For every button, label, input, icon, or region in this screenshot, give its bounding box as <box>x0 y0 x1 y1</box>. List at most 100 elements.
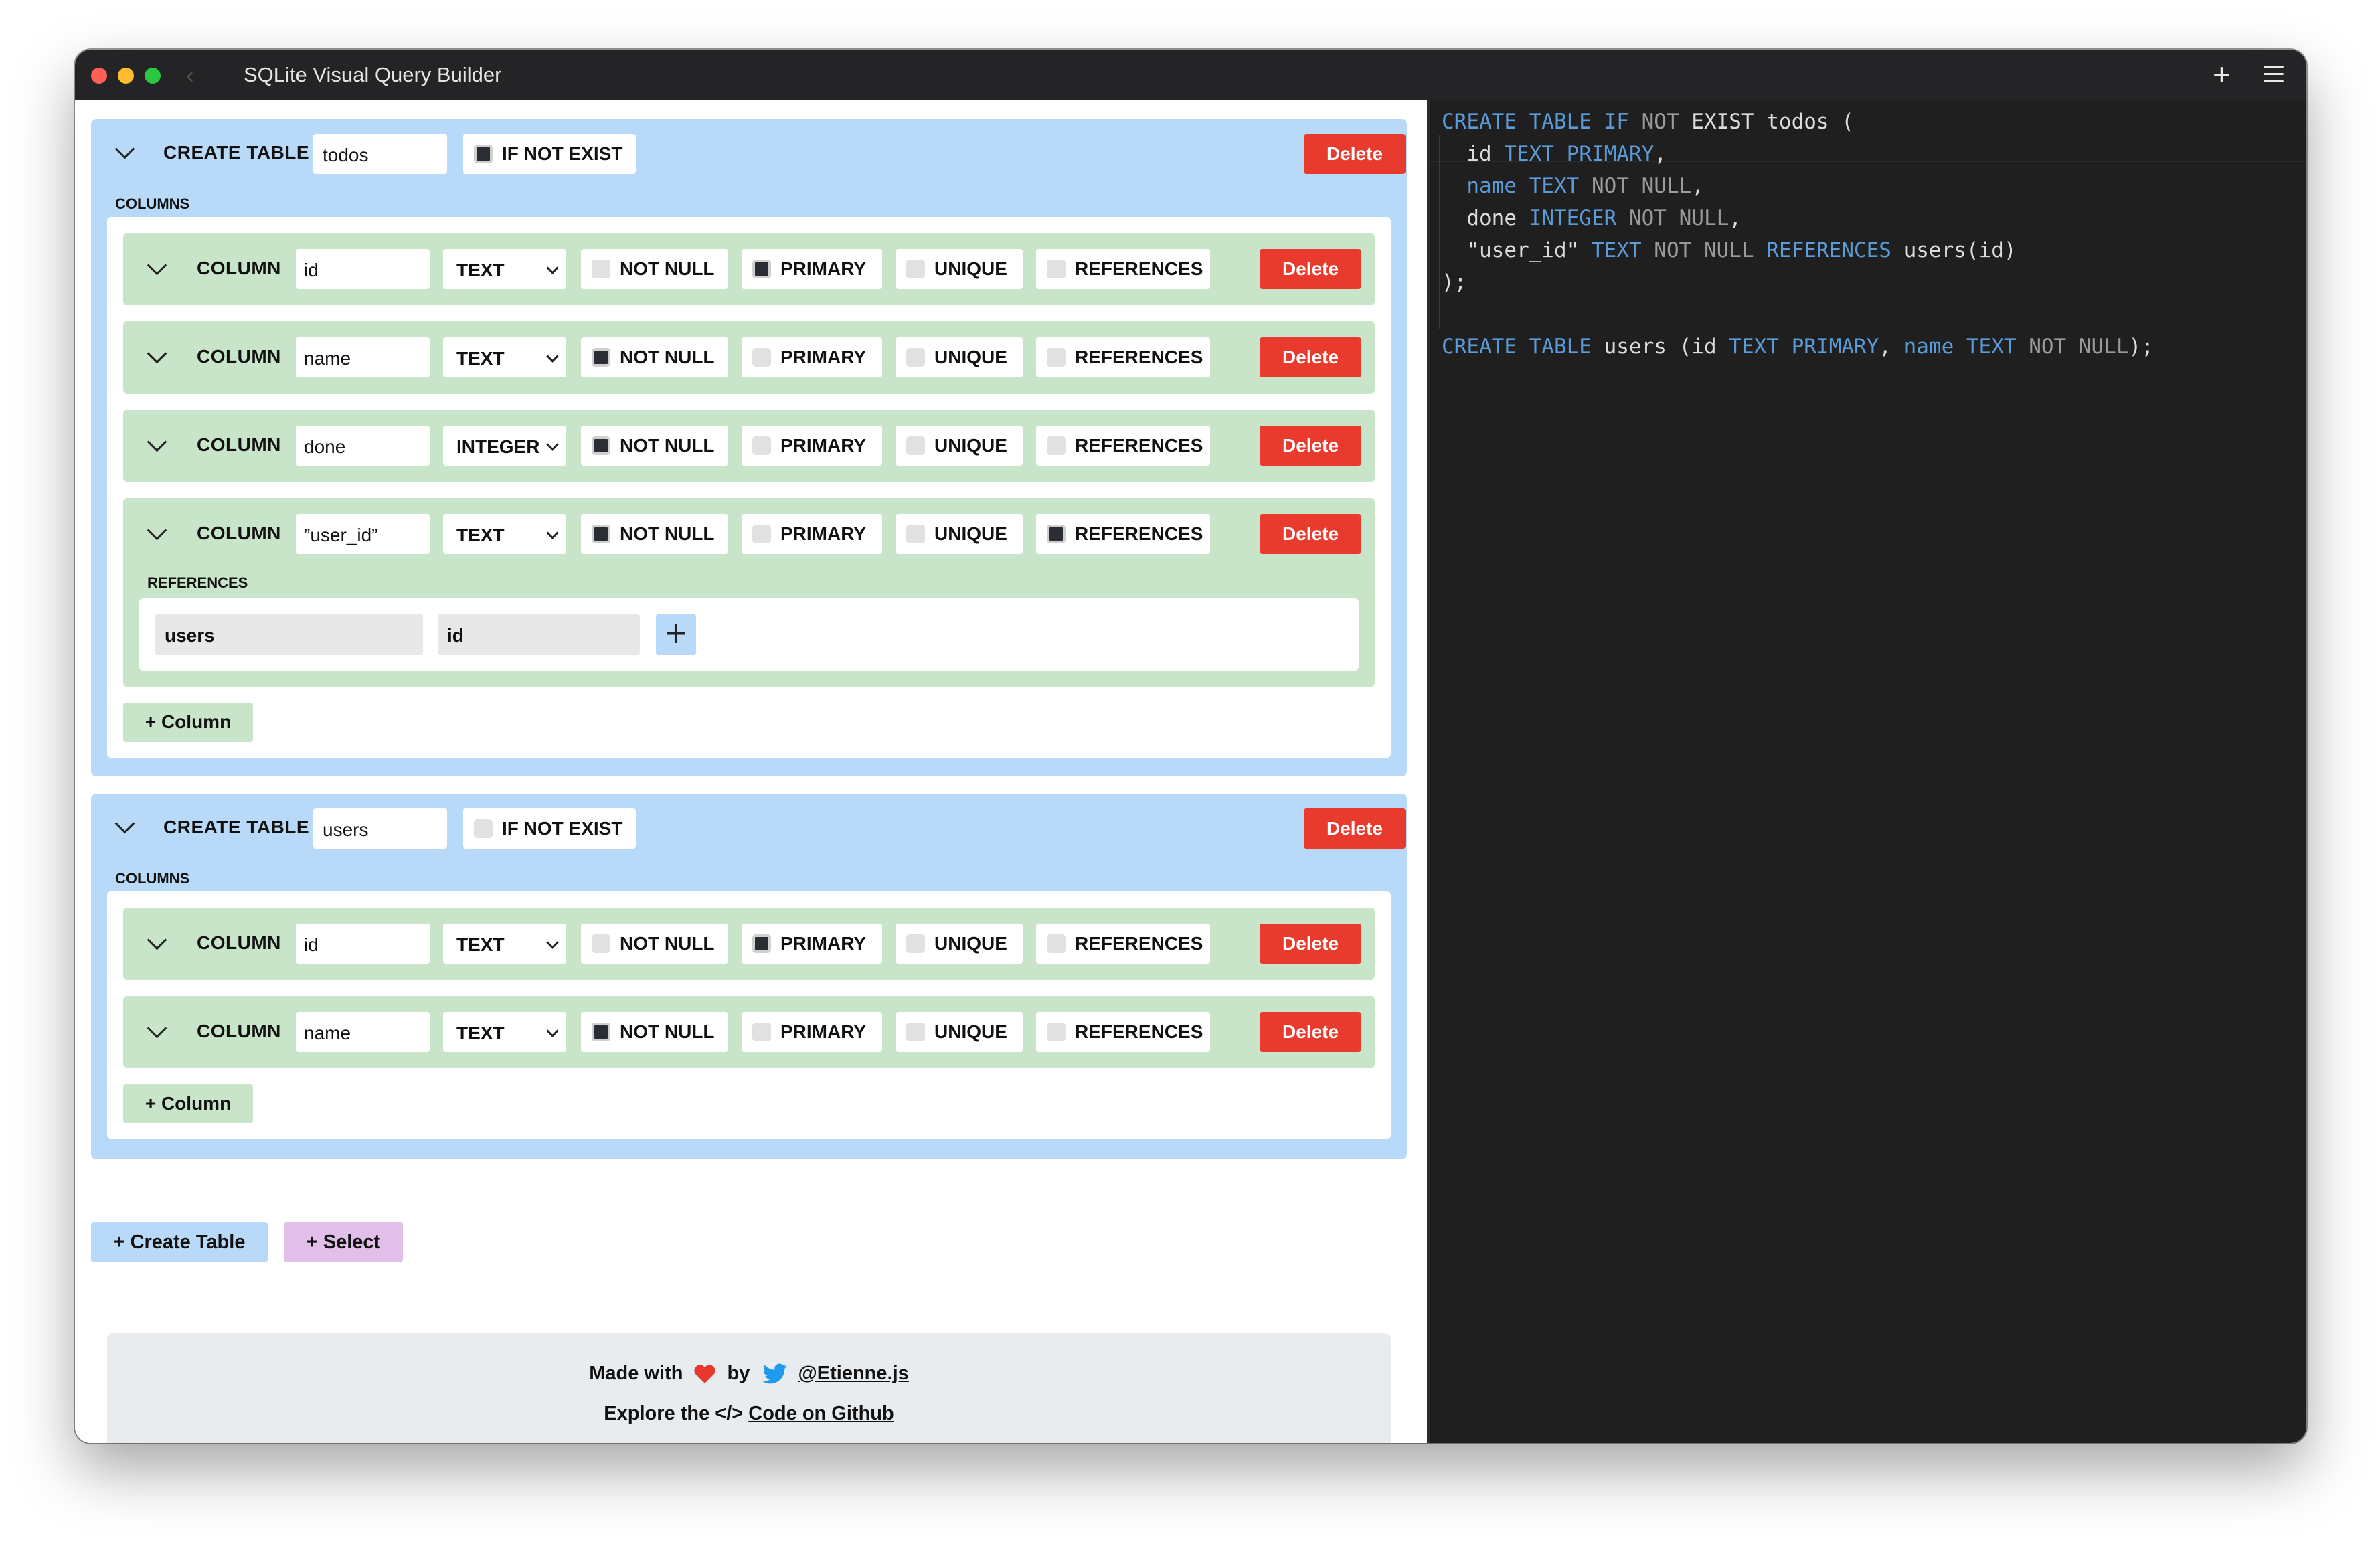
ref-column-input[interactable]: id <box>438 614 640 655</box>
plus-icon[interactable]: + <box>2213 59 2231 90</box>
not-null-toggle[interactable]: NOT NULL <box>581 1012 728 1052</box>
not-null-toggle[interactable]: NOT NULL <box>581 924 728 964</box>
collapse-chevron-icon[interactable] <box>146 1021 166 1041</box>
checkbox[interactable] <box>1047 436 1066 455</box>
checkbox[interactable] <box>1047 1023 1066 1041</box>
checkbox[interactable] <box>906 934 925 953</box>
column-name-input[interactable]: name <box>296 1012 430 1052</box>
checkbox[interactable] <box>592 1023 610 1041</box>
references-toggle[interactable]: REFERENCES <box>1036 1012 1210 1052</box>
delete-table-button[interactable]: Delete <box>1304 808 1406 849</box>
column-name-input[interactable]: id <box>296 249 430 289</box>
column-type-select[interactable]: TEXT <box>443 1012 566 1052</box>
collapse-chevron-icon[interactable] <box>146 435 166 455</box>
primary-toggle[interactable]: PRIMARY <box>742 426 882 466</box>
checkbox[interactable] <box>752 260 771 278</box>
column-type-select[interactable]: TEXT <box>443 514 566 554</box>
delete-column-button[interactable]: Delete <box>1260 924 1361 964</box>
back-icon[interactable]: ‹ <box>186 63 193 89</box>
checkbox[interactable] <box>592 348 610 367</box>
delete-column-button[interactable]: Delete <box>1260 514 1361 554</box>
not-null-toggle[interactable]: NOT NULL <box>581 249 728 289</box>
not-null-toggle[interactable]: NOT NULL <box>581 337 728 377</box>
unique-toggle[interactable]: UNIQUE <box>896 249 1023 289</box>
primary-toggle[interactable]: PRIMARY <box>742 249 882 289</box>
unique-toggle[interactable]: UNIQUE <box>896 426 1023 466</box>
column-type-select[interactable]: TEXT <box>443 249 566 289</box>
collapse-chevron-icon[interactable] <box>146 523 166 543</box>
checkbox[interactable] <box>592 525 610 543</box>
checkbox[interactable] <box>1047 348 1066 367</box>
references-toggle[interactable]: REFERENCES <box>1036 249 1210 289</box>
checkbox[interactable] <box>906 525 925 543</box>
sql-code[interactable]: CREATE TABLE IF NOT EXIST todos (​ id TE… <box>1442 106 2154 363</box>
checkbox[interactable] <box>906 260 925 278</box>
github-link[interactable]: Code on Github <box>748 1403 894 1424</box>
select-button[interactable]: + Select <box>284 1222 403 1262</box>
checkbox[interactable] <box>906 1023 925 1041</box>
column-type-select[interactable]: INTEGER <box>443 426 566 466</box>
collapse-chevron-icon[interactable] <box>146 347 166 367</box>
table-name-input[interactable]: todos <box>313 134 447 174</box>
ref-table-input[interactable]: users <box>155 614 423 655</box>
checkbox[interactable] <box>752 348 771 367</box>
primary-toggle[interactable]: PRIMARY <box>742 514 882 554</box>
checkbox[interactable] <box>752 436 771 455</box>
table-name-input[interactable]: users <box>313 808 447 849</box>
zoom-window-button[interactable] <box>145 68 161 84</box>
unique-toggle[interactable]: UNIQUE <box>896 337 1023 377</box>
delete-column-button[interactable]: Delete <box>1260 337 1361 377</box>
checkbox[interactable] <box>592 436 610 455</box>
references-toggle[interactable]: REFERENCES <box>1036 337 1210 377</box>
checkbox[interactable] <box>474 145 493 163</box>
delete-column-button[interactable]: Delete <box>1260 1012 1361 1052</box>
collapse-chevron-icon[interactable] <box>146 933 166 953</box>
delete-table-button[interactable]: Delete <box>1304 134 1406 174</box>
delete-column-button[interactable]: Delete <box>1260 249 1361 289</box>
checkbox[interactable] <box>1047 934 1066 953</box>
column-name-input[interactable]: name <box>296 337 430 377</box>
checkbox[interactable] <box>752 525 771 543</box>
checkbox[interactable] <box>1047 260 1066 278</box>
checkbox[interactable] <box>752 1023 771 1041</box>
references-label: REFERENCES <box>1075 347 1203 367</box>
if-not-exist-toggle[interactable]: IF NOT EXIST <box>463 134 636 174</box>
minimize-window-button[interactable] <box>118 68 134 84</box>
unique-toggle[interactable]: UNIQUE <box>896 924 1023 964</box>
references-toggle[interactable]: REFERENCES <box>1036 514 1210 554</box>
checkbox[interactable] <box>592 260 610 278</box>
checkbox[interactable] <box>752 934 771 953</box>
checkbox[interactable] <box>906 436 925 455</box>
references-toggle[interactable]: REFERENCES <box>1036 924 1210 964</box>
unique-toggle[interactable]: UNIQUE <box>896 514 1023 554</box>
column-type-select[interactable]: TEXT <box>443 924 566 964</box>
column-name-input[interactable]: id <box>296 924 430 964</box>
not-null-toggle[interactable]: NOT NULL <box>581 514 728 554</box>
hamburger-menu-icon[interactable] <box>2264 66 2284 83</box>
primary-toggle[interactable]: PRIMARY <box>742 1012 882 1052</box>
checkbox[interactable] <box>1047 525 1066 543</box>
sql-editor[interactable]: CREATE TABLE IF NOT EXIST todos (​ id TE… <box>1427 100 2306 1443</box>
checkbox[interactable] <box>474 819 493 838</box>
collapse-chevron-icon[interactable] <box>146 258 166 278</box>
collapse-table-chevron-icon[interactable] <box>114 142 134 162</box>
column-name-input[interactable]: done <box>296 426 430 466</box>
not-null-toggle[interactable]: NOT NULL <box>581 426 728 466</box>
primary-toggle[interactable]: PRIMARY <box>742 337 882 377</box>
collapse-table-chevron-icon[interactable] <box>114 817 134 837</box>
author-link[interactable]: @Etienne.js <box>798 1363 909 1384</box>
unique-toggle[interactable]: UNIQUE <box>896 1012 1023 1052</box>
delete-column-button[interactable]: Delete <box>1260 426 1361 466</box>
checkbox[interactable] <box>592 934 610 953</box>
create-table-button[interactable]: + Create Table <box>91 1222 268 1262</box>
add-reference-button[interactable]: + <box>656 614 696 655</box>
column-name-input[interactable]: ”user_id” <box>296 514 430 554</box>
add-column-button[interactable]: + Column <box>123 703 253 742</box>
checkbox[interactable] <box>906 348 925 367</box>
close-window-button[interactable] <box>91 68 107 84</box>
if-not-exist-toggle[interactable]: IF NOT EXIST <box>463 808 636 849</box>
add-column-button[interactable]: + Column <box>123 1084 253 1123</box>
column-type-select[interactable]: TEXT <box>443 337 566 377</box>
references-toggle[interactable]: REFERENCES <box>1036 426 1210 466</box>
primary-toggle[interactable]: PRIMARY <box>742 924 882 964</box>
